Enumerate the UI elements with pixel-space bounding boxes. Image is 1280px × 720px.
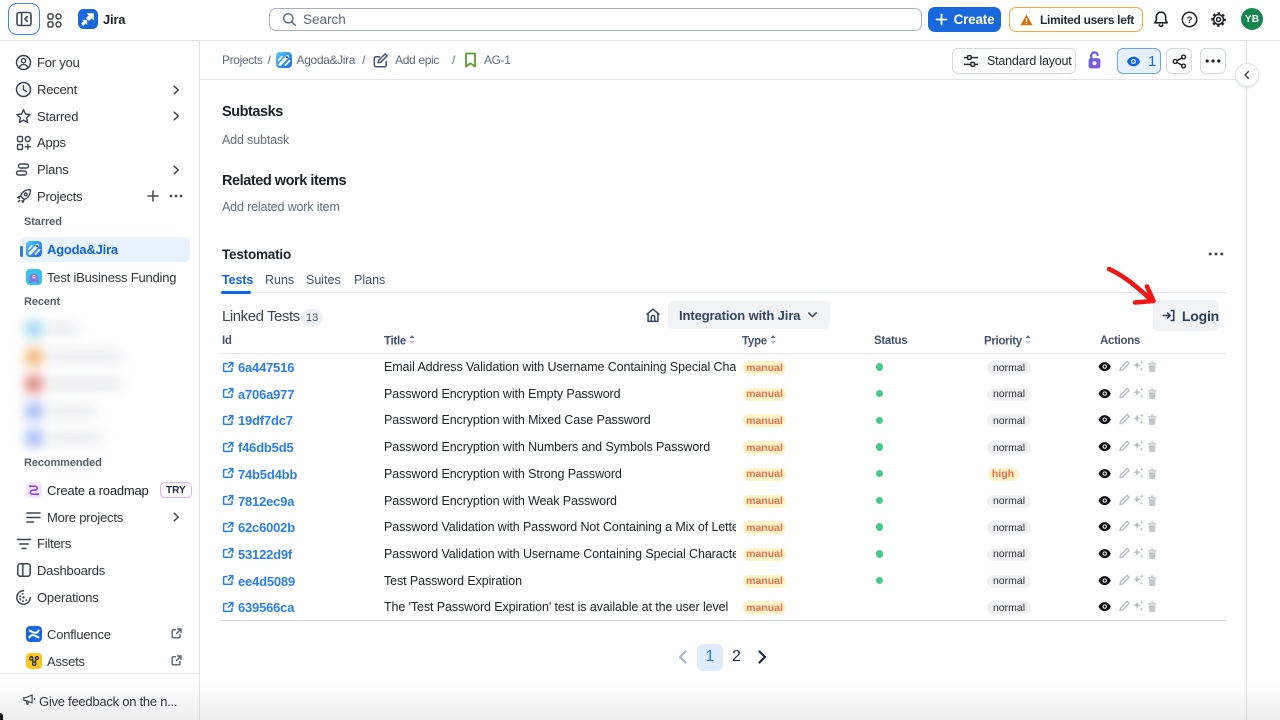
svg-text:?: ? [1187,15,1193,26]
